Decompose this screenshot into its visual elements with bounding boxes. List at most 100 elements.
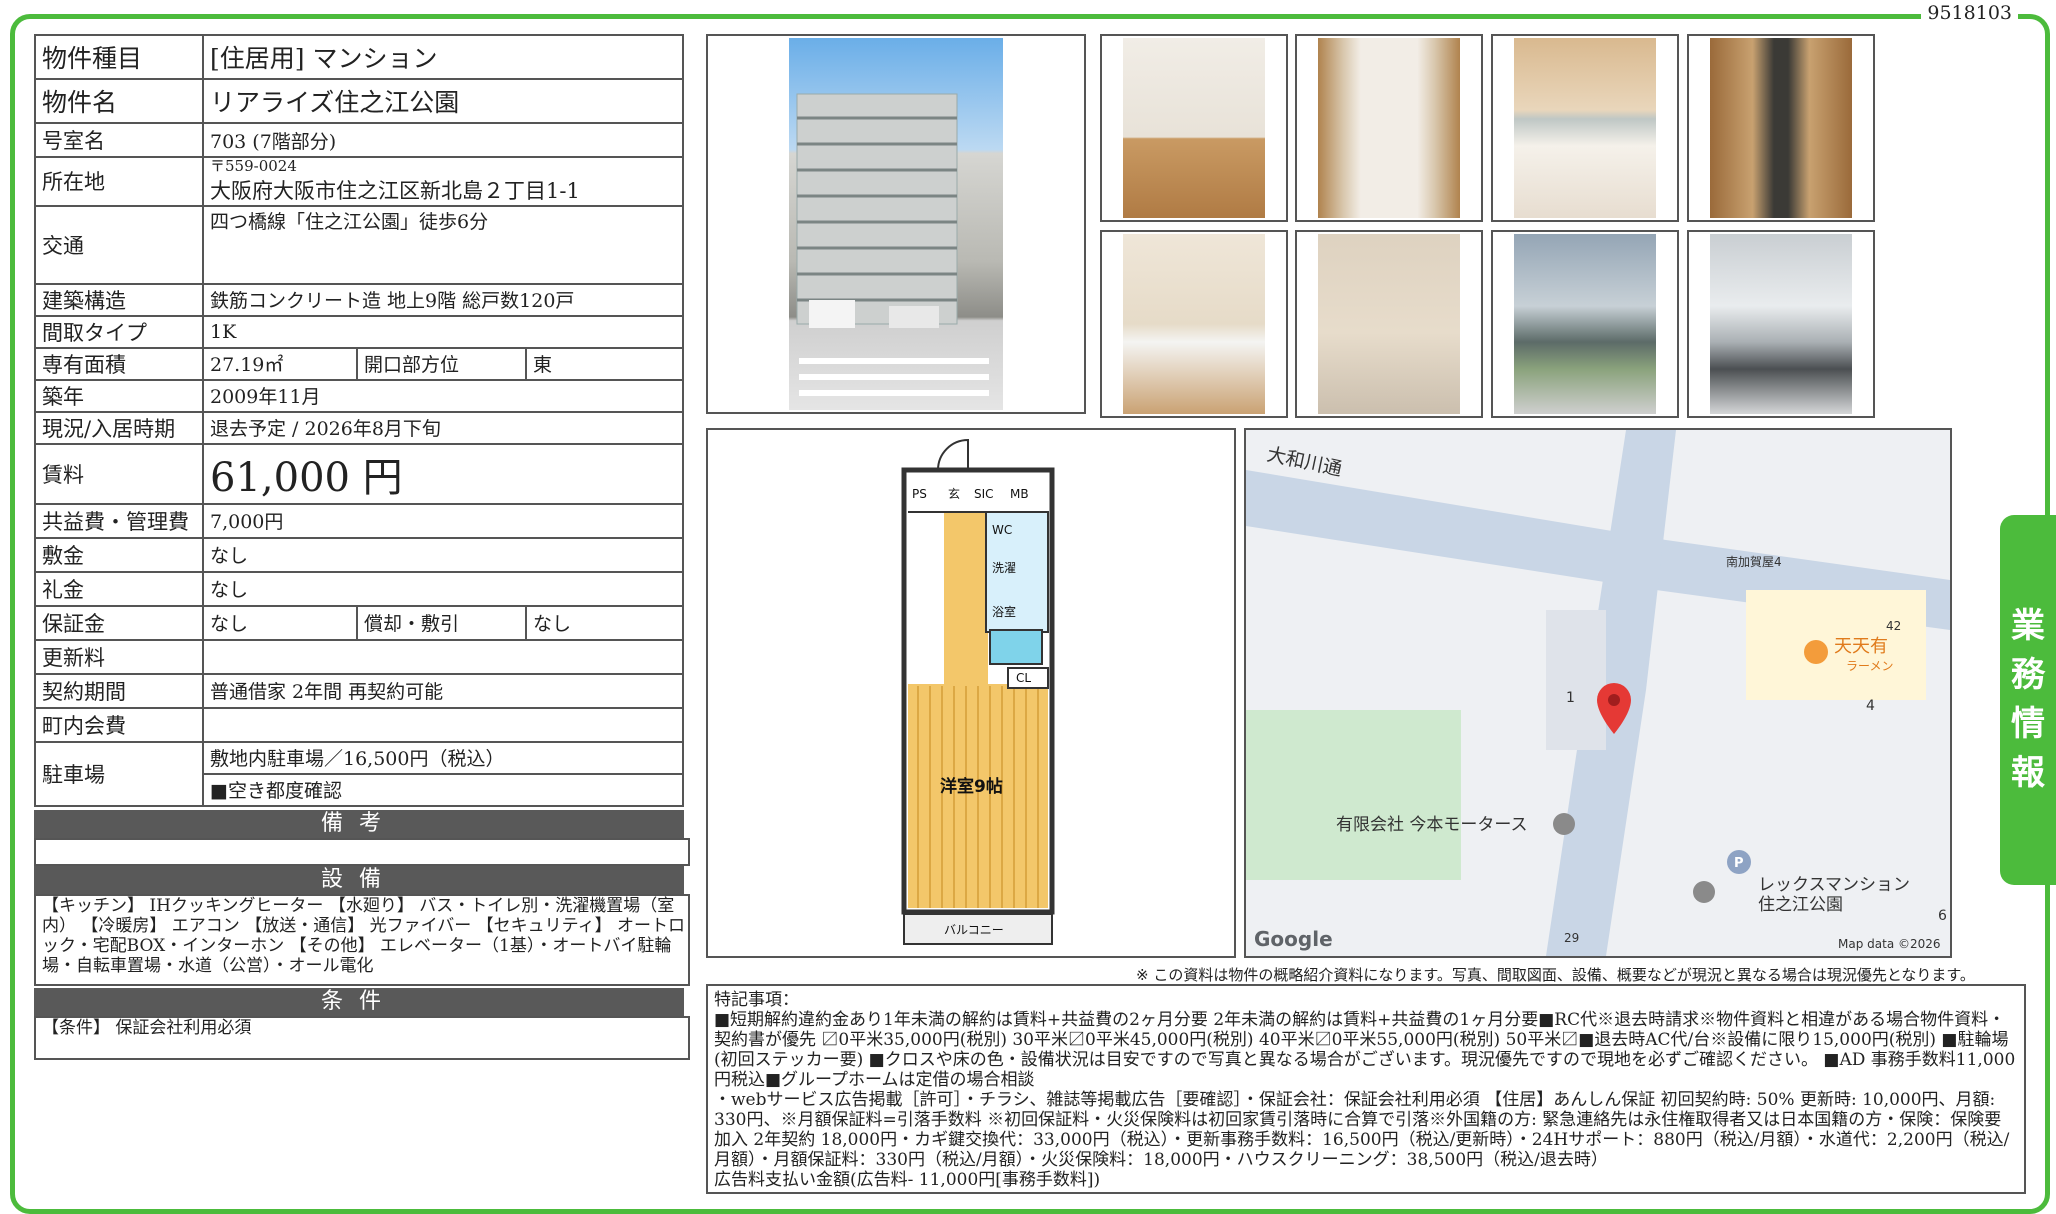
fee-value: 7,000円 (202, 502, 684, 539)
map-mansion: レックスマンション (1758, 875, 1910, 895)
area-value: 27.19㎡ (202, 346, 358, 381)
deposit-label: 敷金 (34, 536, 204, 573)
access-value: 四つ橋線「住之江公園」徒歩6分 (202, 204, 684, 285)
plan-label-entrance: 玄 (948, 486, 960, 501)
type-label: 物件種目 (34, 34, 204, 80)
name-label: 物件名 (34, 78, 204, 124)
parking-value: 敷地内駐車場／16,500円（税込） (202, 740, 684, 775)
deposit-value: なし (202, 536, 684, 573)
type-value: [住居用] マンション (202, 34, 684, 80)
direction-label: 開口部方位 (356, 346, 527, 381)
name-value: リアライズ住之江公園 (202, 78, 684, 124)
disclaimer-note: ※ この資料は物件の概略紹介資料になります。写真、間取図面、設備、概要などが現況… (1136, 966, 1975, 984)
room-photo-2[interactable] (1295, 34, 1483, 222)
map-restaurant: 天天有 (1834, 636, 1888, 657)
amort-value: なし (525, 604, 684, 641)
room-photo-5[interactable] (1100, 230, 1288, 418)
map-route-29: 29 (1564, 931, 1579, 945)
map-data-credit: Map data ©2026 (1838, 937, 1941, 951)
address-label: 所在地 (34, 156, 204, 207)
business-info-tab[interactable]: 業 務 情 報 (2000, 515, 2056, 885)
plan-label-balcony: バルコニー (944, 923, 1004, 937)
parking-label: 駐車場 (34, 740, 204, 807)
guarantee-label: 保証金 (34, 604, 204, 641)
community-label: 町内会費 (34, 706, 204, 743)
postal-code: 〒559-0024 (210, 157, 297, 175)
community-value (202, 706, 684, 743)
address-cell: 〒559-0024 大阪府大阪市住之江区新北島２丁目1-1 (202, 156, 684, 207)
room-photo-6[interactable] (1295, 230, 1483, 418)
plan-label-wc: WC (992, 523, 1012, 537)
plan-label-mb: MB (1010, 487, 1029, 501)
contract-label: 契約期間 (34, 672, 204, 709)
plan-label-ps: PS (912, 487, 927, 501)
plan-label-sic: SIC (974, 487, 994, 501)
status-label: 現況/入居時期 (34, 410, 204, 445)
special-notes-title: 特記事項： (714, 990, 799, 1010)
contract-value: 普通借家 2年間 再契約可能 (202, 672, 684, 709)
map-number-1: 1 (1566, 690, 1575, 706)
remarks-header: 備考 (34, 810, 684, 838)
room-photo-3[interactable] (1491, 34, 1679, 222)
map-number-4: 4 (1866, 698, 1875, 714)
key-money-value: なし (202, 570, 684, 607)
room-value: 703 (7階部分) (202, 122, 684, 158)
equipment-header: 設備 (34, 866, 684, 894)
built-label: 築年 (34, 378, 204, 413)
built-value: 2009年11月 (202, 378, 684, 413)
layout-label: 間取タイプ (34, 314, 204, 349)
status-value: 退去予定 / 2026年8月下旬 (202, 410, 684, 445)
plan-label-bath: 浴室 (992, 604, 1016, 619)
special-notes: 特記事項： ■短期解約違約金あり1年未満の解約は賃料+共益費の2ヶ月分要 2年未… (706, 984, 2026, 1194)
plan-label-laundry: 洗濯 (992, 561, 1016, 575)
document-id: 9518103 (1921, 2, 2018, 24)
renewal-value (202, 638, 684, 675)
conditions-text: 【条件】 保証会社利用必須 (34, 1016, 690, 1060)
remarks-box (34, 838, 690, 866)
map-bus-stop: 南加賀屋4 (1726, 554, 1782, 569)
property-info-table: 物件種目 [住居用] マンション 物件名 リアライズ住之江公園 号室名 703 … (34, 34, 684, 807)
renewal-label: 更新料 (34, 638, 204, 675)
room-photo-4[interactable] (1687, 34, 1875, 222)
map-company: 有限会社 今本モータース (1336, 815, 1528, 835)
address-value: 大阪府大阪市住之江区新北島２丁目1-1 (210, 178, 580, 203)
plan-label-closet: CL (1016, 671, 1031, 685)
access-label: 交通 (34, 204, 204, 285)
room-photo-7[interactable] (1491, 230, 1679, 418)
rent-label: 賃料 (34, 442, 204, 505)
floor-plan[interactable]: PS 玄 SIC MB WC 洗濯 浴室 CL 洋室9帖 バルコニー (706, 428, 1236, 958)
location-map[interactable]: 大和川通 南加賀屋4 天天有 ラーメン 有限会社 今本モータース レックスマンシ… (1244, 428, 1952, 958)
conditions-header: 条件 (34, 988, 684, 1016)
guarantee-value: なし (202, 604, 358, 641)
building-exterior-photo[interactable] (706, 34, 1086, 414)
plan-label-western-room: 洋室9帖 (940, 776, 1003, 797)
equipment-text: 【キッチン】 IHクッキングヒーター 【水廻り】 バス・トイレ別・洗濯機置場（室… (34, 894, 690, 986)
map-restaurant-sub: ラーメン (1846, 659, 1894, 673)
amort-label: 償却・敷引 (356, 604, 527, 641)
map-number-6: 6 (1938, 908, 1947, 924)
building-illustration (796, 93, 989, 396)
special-notes-line-2: ・webサービス広告掲載［許可］・チラシ、雑誌等掲載広告［要確認］・保証会社：保… (714, 1090, 2010, 1170)
side-tab-char-3: 情 (2011, 704, 2045, 744)
key-money-label: 礼金 (34, 570, 204, 607)
room-photo-1[interactable] (1100, 34, 1288, 222)
room-label: 号室名 (34, 122, 204, 158)
map-parking: P (1734, 856, 1744, 871)
room-photo-8[interactable] (1687, 230, 1875, 418)
restaurant-icon (1804, 640, 1828, 664)
structure-label: 建築構造 (34, 282, 204, 317)
floor-plan-drawing: PS 玄 SIC MB WC 洗濯 浴室 CL 洋室9帖 バルコニー (901, 438, 1055, 945)
map-google-logo: Google (1254, 927, 1333, 951)
direction-value: 東 (525, 346, 684, 381)
structure-value: 鉄筋コンクリート造 地上9階 総戸数120戸 (202, 282, 684, 317)
side-tab-char-2: 務 (2011, 655, 2045, 696)
map-mansion-sub: 住之江公園 (1758, 895, 1843, 915)
fee-label: 共益費・管理費 (34, 502, 204, 539)
map-route-42: 42 (1886, 619, 1901, 633)
special-notes-line-3: 広告料支払い金額(広告料- 11,000円[事務手数料]) (714, 1170, 1101, 1190)
special-notes-line-1: ■短期解約違約金あり1年未満の解約は賃料+共益費の2ヶ月分要 2年未満の解約は賃… (714, 1010, 2016, 1090)
rent-value: 61,000 円 (202, 442, 684, 505)
parking-note: ■空き都度確認 (202, 772, 684, 807)
side-tab-char-4: 報 (2011, 752, 2045, 793)
map-drawing: 大和川通 南加賀屋4 天天有 ラーメン 有限会社 今本モータース レックスマンシ… (1246, 430, 1950, 956)
